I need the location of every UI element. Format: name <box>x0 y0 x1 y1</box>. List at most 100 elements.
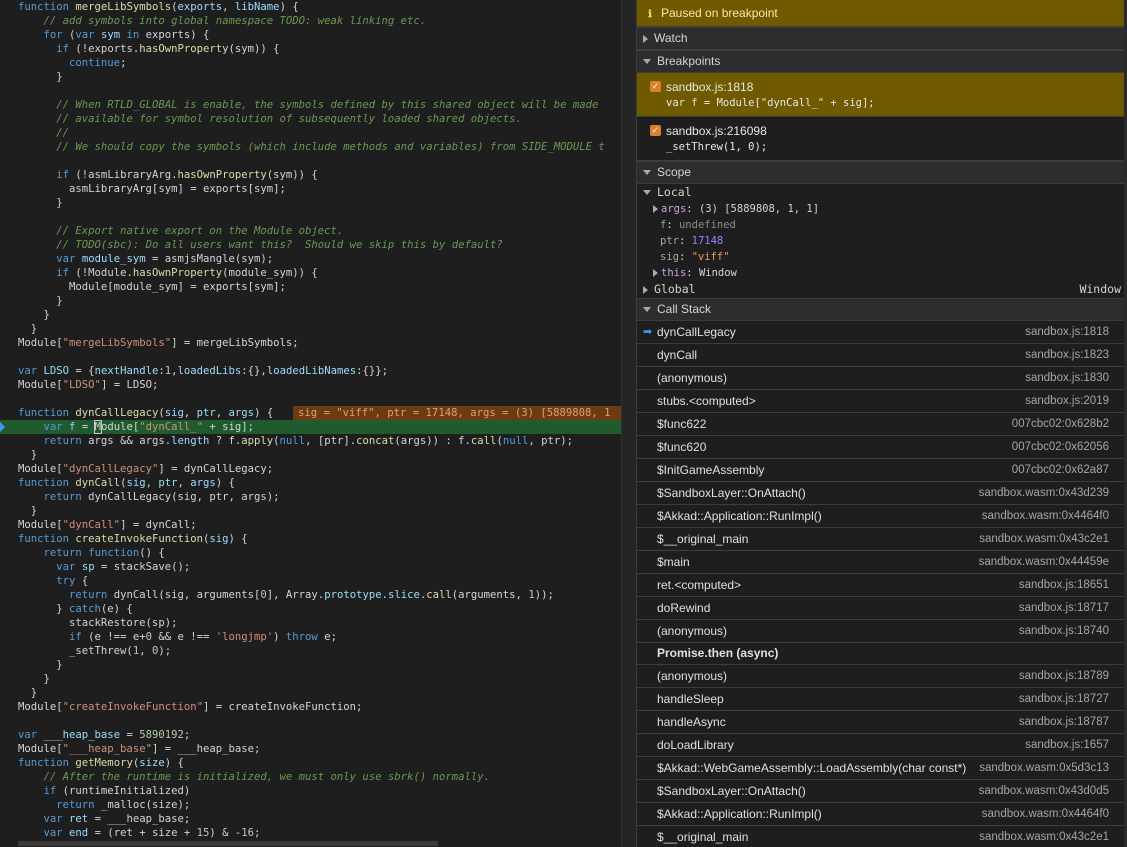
scope-variable-this[interactable]: this: Window <box>637 265 1127 281</box>
watch-section-header[interactable]: Watch <box>637 27 1127 50</box>
frame-location[interactable]: sandbox.wasm:0x43d0d5 <box>979 780 1109 802</box>
frame-location[interactable]: sandbox.wasm:0x5d3c13 <box>979 757 1109 779</box>
scope-section-header[interactable]: Scope <box>637 161 1127 184</box>
code-line: Module[module_sym] = exports[sym]; <box>18 281 286 293</box>
local-scope-header[interactable]: Local <box>637 184 1127 201</box>
global-scope-header[interactable]: Global Window <box>637 281 1127 298</box>
call-stack-frame[interactable]: ret.<computed> sandbox.js:18651 <box>637 574 1127 597</box>
current-frame-arrow-icon: ➡ <box>643 326 653 338</box>
frame-location[interactable]: sandbox.wasm:0x4464f0 <box>982 803 1109 825</box>
call-stack-frame[interactable]: $Akkad::Application::RunImpl() sandbox.wa… <box>637 803 1127 826</box>
call-stack-frame[interactable]: $SandboxLayer::OnAttach() sandbox.wasm:0x… <box>637 780 1127 803</box>
call-stack-frame[interactable]: (anonymous) sandbox.js:18789 <box>637 665 1127 688</box>
frame-function-name: $func620 <box>657 440 707 454</box>
frame-function-name: doRewind <box>657 601 711 615</box>
call-stack-frame[interactable]: $__original_main sandbox.wasm:0x43c2e1 <box>637 528 1127 551</box>
scope-label: Scope <box>657 165 692 179</box>
breakpoint-item[interactable]: ✓ sandbox.js:216098 _setThrew(1, 0); <box>637 117 1127 161</box>
call-stack-label: Call Stack <box>657 302 712 316</box>
code-line: if (!Module.hasOwnProperty(module_sym)) … <box>56 267 318 279</box>
call-stack-frame[interactable]: $func622 007cbc02:0x628b2 <box>637 413 1127 436</box>
call-stack-frame[interactable]: dynCall sandbox.js:1823 <box>637 344 1127 367</box>
chevron-down-icon <box>643 307 651 313</box>
code-line: } <box>18 71 63 83</box>
frame-location[interactable]: sandbox.js:1818 <box>1025 321 1109 343</box>
frame-location[interactable]: 007cbc02:0x62056 <box>1012 436 1109 458</box>
frame-location[interactable]: sandbox.js:2019 <box>1025 390 1109 412</box>
frame-function-name: $Akkad::Application::RunImpl() <box>657 807 822 821</box>
chevron-right-icon <box>643 285 648 294</box>
frame-location[interactable]: sandbox.wasm:0x4464f0 <box>982 505 1109 527</box>
code-line: if (runtimeInitialized) <box>43 785 191 797</box>
frame-location[interactable]: sandbox.js:18789 <box>1019 665 1109 687</box>
code-line: // Export native export on the Module ob… <box>56 225 344 237</box>
frame-location[interactable]: sandbox.wasm:0x43c2e1 <box>979 826 1109 847</box>
breakpoints-label: Breakpoints <box>657 54 721 68</box>
breakpoint-checkbox[interactable]: ✓ <box>650 125 661 136</box>
breakpoints-section-header[interactable]: Breakpoints <box>637 50 1127 73</box>
call-stack-frame[interactable]: (anonymous) sandbox.js:1830 <box>637 367 1127 390</box>
call-stack-frame[interactable]: $main sandbox.wasm:0x44459e <box>637 551 1127 574</box>
call-stack-frame[interactable]: handleAsync sandbox.js:18787 <box>637 711 1127 734</box>
call-stack-frame[interactable]: $SandboxLayer::OnAttach() sandbox.wasm:0x… <box>637 482 1127 505</box>
code-line: var ret = ___heap_base; <box>43 813 191 825</box>
code-line: Module["LDSO"] = LDSO; <box>18 379 159 391</box>
frame-location[interactable]: sandbox.wasm:0x44459e <box>979 551 1109 573</box>
call-stack-frame[interactable]: doLoadLibrary sandbox.js:1657 <box>637 734 1127 757</box>
code-line: var sp = stackSave(); <box>56 561 191 573</box>
code-line: asmLibraryArg[sym] = exports[sym]; <box>18 183 286 195</box>
editor-vertical-scrollbar[interactable] <box>621 0 637 847</box>
call-stack-frame[interactable]: doRewind sandbox.js:18717 <box>637 597 1127 620</box>
frame-function-name: $SandboxLayer::OnAttach() <box>657 784 806 798</box>
call-stack-frame[interactable]: (anonymous) sandbox.js:18740 <box>637 620 1127 643</box>
call-stack-frame[interactable]: ➡ dynCallLegacy sandbox.js:1818 <box>637 321 1127 344</box>
source-editor[interactable]: function mergeLibSymbols(exports, libNam… <box>0 0 621 847</box>
frame-location[interactable]: 007cbc02:0x62a87 <box>1012 459 1109 481</box>
call-stack-section-header[interactable]: Call Stack <box>637 298 1127 321</box>
frame-function-name: dynCall <box>657 348 698 362</box>
code-line: } <box>18 659 63 671</box>
paused-banner: ℹ Paused on breakpoint <box>637 0 1127 27</box>
call-stack-frame[interactable]: $__original_main sandbox.wasm:0x43c2e1 <box>637 826 1127 847</box>
call-stack-frame[interactable]: $Akkad::Application::RunImpl() sandbox.wa… <box>637 505 1127 528</box>
chevron-down-icon <box>643 190 651 195</box>
call-stack-frame[interactable]: handleSleep sandbox.js:18727 <box>637 688 1127 711</box>
frame-location[interactable]: sandbox.wasm:0x43c2e1 <box>979 528 1109 550</box>
frame-function-name: stubs.<computed> <box>657 394 756 408</box>
code-line: Module["___heap_base"] = ___heap_base; <box>18 743 261 755</box>
scope-variable-args[interactable]: args: (3) [5889808, 1, 1] <box>637 201 1127 217</box>
breakpoint-checkbox[interactable]: ✓ <box>650 81 661 92</box>
code-line: // After the runtime is initialized, we … <box>43 771 490 783</box>
code-line: function getMemory(size) { <box>18 757 184 769</box>
scope-variable-name: ptr <box>660 235 679 247</box>
code-line: function createInvokeFunction(sig) { <box>18 533 248 545</box>
frame-location[interactable]: sandbox.js:18717 <box>1019 597 1109 619</box>
frame-location[interactable]: sandbox.js:1830 <box>1025 367 1109 389</box>
call-stack-frame[interactable]: stubs.<computed> sandbox.js:2019 <box>637 390 1127 413</box>
breakpoint-code: var f = Module["dynCall_" + sig]; <box>666 97 875 109</box>
frame-location[interactable]: sandbox.js:1823 <box>1025 344 1109 366</box>
code-line: try { <box>56 575 89 587</box>
frame-function-name: handleAsync <box>657 715 726 729</box>
frame-location[interactable]: 007cbc02:0x628b2 <box>1012 413 1109 435</box>
breakpoint-item[interactable]: ✓ sandbox.js:1818 var f = Module["dynCall_… <box>637 73 1127 117</box>
call-stack-frame[interactable]: $InitGameAssembly 007cbc02:0x62a87 <box>637 459 1127 482</box>
code-line: } catch(e) { <box>18 603 133 615</box>
code-line: // We should copy the symbols (which inc… <box>56 141 605 153</box>
code-line: var ___heap_base = 5890192; <box>18 729 191 741</box>
code-line: return dynCallLegacy(sig, ptr, args); <box>43 491 280 503</box>
horizontal-scrollbar[interactable] <box>18 841 438 846</box>
frame-location[interactable]: sandbox.js:1657 <box>1025 734 1109 756</box>
code-line: // available for symbol resolution of su… <box>56 113 522 125</box>
frame-location[interactable]: sandbox.js:18740 <box>1019 620 1109 642</box>
frame-location[interactable]: sandbox.js:18787 <box>1019 711 1109 733</box>
frame-location[interactable]: sandbox.js:18727 <box>1019 688 1109 710</box>
frame-location[interactable]: sandbox.js:18651 <box>1019 574 1109 596</box>
call-stack-frame[interactable]: $func620 007cbc02:0x62056 <box>637 436 1127 459</box>
frame-location[interactable]: sandbox.wasm:0x43d239 <box>979 482 1109 504</box>
code-line: } <box>18 309 50 321</box>
code-line: function dynCall(sig, ptr, args) { <box>18 477 235 489</box>
call-stack-frame[interactable]: $Akkad::WebGameAssembly::LoadAssembly(ch… <box>637 757 1127 780</box>
frame-function-name: (anonymous) <box>657 624 728 638</box>
